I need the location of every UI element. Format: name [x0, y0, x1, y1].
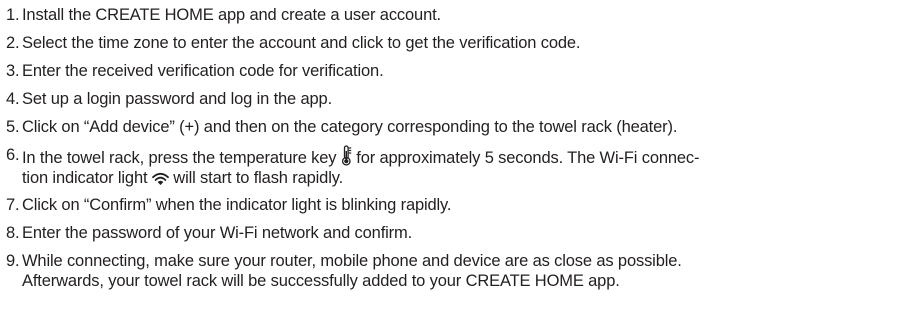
step-text-line: While connecting, make sure your router,…: [22, 252, 682, 270]
step-6: 6. In the towel rack, press the temperat…: [6, 145, 913, 188]
step-number: 7.: [6, 196, 20, 214]
step-number: 2.: [6, 34, 20, 52]
wifi-icon: [151, 172, 169, 186]
instruction-steps: 1. Install the CREATE HOME app and creat…: [0, 0, 913, 291]
step-5: 5. Click on “Add device” (+) and then on…: [6, 117, 913, 137]
step-1: 1. Install the CREATE HOME app and creat…: [6, 5, 913, 25]
step-7: 7. Click on “Confirm” when the indicator…: [6, 195, 913, 215]
step-number: 9.: [6, 252, 20, 270]
step-text-part: tion indicator light: [22, 169, 148, 187]
step-2: 2. Select the time zone to enter the acc…: [6, 33, 913, 53]
step-number: 6.: [6, 146, 20, 164]
step-3: 3. Enter the received verification code …: [6, 61, 913, 81]
step-9: 9. While connecting, make sure your rout…: [6, 251, 913, 291]
step-text: Enter the password of your Wi-Fi network…: [22, 224, 413, 242]
step-text: Install the CREATE HOME app and create a…: [22, 6, 441, 24]
step-text: While connecting, make sure your router,…: [22, 251, 913, 291]
step-8: 8. Enter the password of your Wi-Fi netw…: [6, 223, 913, 243]
step-text-line: Afterwards, your towel rack will be succ…: [22, 272, 620, 290]
step-4: 4. Set up a login password and log in th…: [6, 89, 913, 109]
step-number: 5.: [6, 118, 20, 136]
step-text: In the towel rack, press the temperature…: [22, 145, 913, 188]
step-number: 3.: [6, 62, 20, 80]
step-number: 1.: [6, 6, 20, 24]
step-text-part: In the towel rack, press the temperature…: [22, 149, 337, 167]
step-number: 8.: [6, 224, 20, 242]
step-text: Select the time zone to enter the accoun…: [22, 34, 581, 52]
step-text: Click on “Add device” (+) and then on th…: [22, 118, 678, 136]
step-number: 4.: [6, 90, 20, 108]
step-text: Enter the received verification code for…: [22, 62, 384, 80]
step-text-part: for approximately 5 seconds. The Wi-Fi c…: [356, 149, 700, 167]
thermometer-icon: [341, 145, 352, 166]
step-text: Click on “Confirm” when the indicator li…: [22, 196, 452, 214]
step-text-part: will start to flash rapidly.: [173, 169, 344, 187]
step-text: Set up a login password and log in the a…: [22, 90, 333, 108]
